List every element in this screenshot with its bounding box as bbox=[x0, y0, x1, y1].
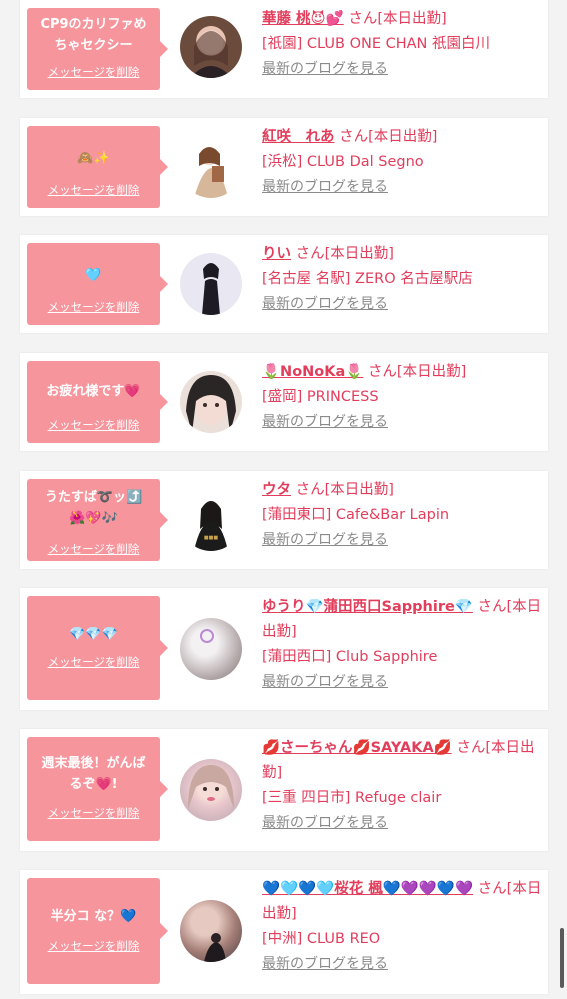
cast-info: ゆうり💎蒲田西口Sapphire💎 さん[本日出勤] [蒲田西口] Club S… bbox=[262, 595, 544, 695]
message-card: うたすば➰ッ⤴️ 🌺💖🎶 メッセージを削除 ■■■ ウタ さん[本日出勤] [蒲… bbox=[20, 471, 548, 569]
message-card: 🩵 メッセージを削除 りい さん[本日出勤] [名古屋 名駅] ZERO 名古屋… bbox=[20, 235, 548, 333]
status-text: さん[本日出勤] bbox=[367, 364, 467, 380]
blog-link[interactable]: 最新のブログを見る bbox=[262, 296, 388, 312]
delete-message-link[interactable]: メッセージを削除 bbox=[27, 417, 160, 433]
delete-message-link[interactable]: メッセージを削除 bbox=[27, 182, 160, 198]
cast-info: りい さん[本日出勤] [名古屋 名駅] ZERO 名古屋駅店 最新のブログを見… bbox=[262, 242, 544, 317]
delete-message-link[interactable]: メッセージを削除 bbox=[27, 299, 160, 315]
status-text: さん[本日出勤] bbox=[348, 11, 447, 27]
delete-message-link[interactable]: メッセージを削除 bbox=[27, 938, 160, 954]
delete-message-link[interactable]: メッセージを削除 bbox=[27, 654, 160, 670]
message-text: CP9のカリファめ ちゃセクシー bbox=[40, 17, 147, 53]
cast-info: ウタ さん[本日出勤] [蒲田東口] Cafe&Bar Lapin 最新のブログ… bbox=[262, 478, 544, 553]
cast-info: 💙🩵💙🩵桜花 楓💙💜💜💙💜 さん[本日出勤] [中洲] CLUB REO 最新の… bbox=[262, 877, 544, 977]
message-bubble: 🙈✨ メッセージを削除 bbox=[27, 126, 168, 208]
blog-link[interactable]: 最新のブログを見る bbox=[262, 414, 388, 430]
cast-info: 華藤 桃😈💕 さん[本日出勤] [祇園] CLUB ONE CHAN 祇園白川 … bbox=[262, 7, 544, 82]
message-bubble: CP9のカリファめ ちゃセクシー メッセージを削除 bbox=[27, 8, 168, 90]
delete-message-link[interactable]: メッセージを削除 bbox=[27, 64, 160, 80]
message-bubble: 半分コ な？💙 メッセージを削除 bbox=[27, 878, 168, 984]
avatar[interactable]: ■■■ bbox=[180, 489, 242, 551]
message-bubble: うたすば➰ッ⤴️ 🌺💖🎶 メッセージを削除 bbox=[27, 479, 168, 561]
blog-link[interactable]: 最新のブログを見る bbox=[262, 179, 388, 195]
blog-link[interactable]: 最新のブログを見る bbox=[262, 532, 388, 548]
cast-name-link[interactable]: 華藤 桃😈💕 bbox=[262, 11, 344, 27]
shop-name: [中洲] CLUB REO bbox=[262, 931, 381, 947]
avatar[interactable] bbox=[180, 253, 242, 315]
message-bubble: 週末最後！がんば るぞ💗! メッセージを削除 bbox=[27, 737, 168, 841]
message-text: 💎💎💎 bbox=[69, 627, 118, 642]
blog-link[interactable]: 最新のブログを見る bbox=[262, 956, 388, 972]
message-text: うたすば➰ッ⤴️ 🌺💖🎶 bbox=[44, 490, 143, 526]
shop-name: [蒲田西口] Club Sapphire bbox=[262, 649, 438, 665]
message-card: 💎💎💎 メッセージを削除 ゆうり💎蒲田西口Sapphire💎 さん[本日出勤] … bbox=[20, 588, 548, 710]
message-card: 半分コ な？💙 メッセージを削除 💙🩵💙🩵桜花 楓💙💜💜💙💜 さん[本日出勤] … bbox=[20, 870, 548, 994]
message-text: お疲れ様です💗 bbox=[46, 384, 141, 399]
shop-name: [浜松] CLUB Dal Segno bbox=[262, 154, 424, 170]
status-text: さん[本日出勤] bbox=[339, 129, 438, 145]
shop-name: [盛岡] PRINCESS bbox=[262, 389, 379, 405]
shop-name: [名古屋 名駅] ZERO 名古屋駅店 bbox=[262, 271, 473, 287]
avatar[interactable] bbox=[180, 900, 242, 962]
cast-name-link[interactable]: 紅咲 れあ bbox=[262, 129, 335, 145]
cast-name-link[interactable]: ゆうり💎蒲田西口Sapphire💎 bbox=[262, 599, 473, 615]
message-bubble: 🩵 メッセージを削除 bbox=[27, 243, 168, 325]
message-card: 週末最後！がんば るぞ💗! メッセージを削除 💋さーちゃん💋SAYAKA💋 さん… bbox=[20, 729, 548, 851]
avatar[interactable] bbox=[180, 136, 242, 198]
shop-name: [三重 四日市] Refuge clair bbox=[262, 790, 442, 806]
cast-name-link[interactable]: 💋さーちゃん💋SAYAKA💋 bbox=[262, 740, 452, 756]
cast-info: 💋さーちゃん💋SAYAKA💋 さん[本日出勤] [三重 四日市] Refuge … bbox=[262, 736, 544, 836]
blog-link[interactable]: 最新のブログを見る bbox=[262, 61, 388, 77]
svg-text:■■■: ■■■ bbox=[204, 535, 218, 541]
scrollbar[interactable] bbox=[560, 928, 564, 988]
status-text: さん[本日出勤] bbox=[295, 482, 394, 498]
avatar[interactable] bbox=[180, 16, 242, 78]
delete-message-link[interactable]: メッセージを削除 bbox=[27, 805, 160, 821]
message-card: CP9のカリファめ ちゃセクシー メッセージを削除 華藤 桃😈💕 さん[本日出勤… bbox=[20, 0, 548, 98]
message-text: 🩵 bbox=[85, 268, 102, 283]
shop-name: [祇園] CLUB ONE CHAN 祇園白川 bbox=[262, 36, 491, 52]
cast-name-link[interactable]: ウタ bbox=[262, 482, 291, 498]
message-text: 半分コ な？💙 bbox=[50, 909, 137, 924]
cast-name-link[interactable]: 💙🩵💙🩵桜花 楓💙💜💜💙💜 bbox=[262, 881, 473, 897]
message-card: お疲れ様です💗 メッセージを削除 🌷NoNoKa🌷 さん[本日出勤] [盛岡] … bbox=[20, 353, 548, 451]
message-bubble: お疲れ様です💗 メッセージを削除 bbox=[27, 361, 168, 443]
delete-message-link[interactable]: メッセージを削除 bbox=[27, 541, 160, 557]
blog-link[interactable]: 最新のブログを見る bbox=[262, 674, 388, 690]
message-text: 週末最後！がんば るぞ💗! bbox=[41, 756, 146, 792]
message-text: 🙈✨ bbox=[77, 151, 110, 166]
cast-info: 紅咲 れあ さん[本日出勤] [浜松] CLUB Dal Segno 最新のブロ… bbox=[262, 125, 544, 200]
avatar[interactable] bbox=[180, 618, 242, 680]
cast-info: 🌷NoNoKa🌷 さん[本日出勤] [盛岡] PRINCESS 最新のブログを見… bbox=[262, 360, 544, 435]
cast-name-link[interactable]: 🌷NoNoKa🌷 bbox=[262, 364, 363, 380]
shop-name: [蒲田東口] Cafe&Bar Lapin bbox=[262, 507, 450, 523]
avatar[interactable] bbox=[180, 371, 242, 433]
avatar[interactable] bbox=[180, 759, 242, 821]
message-bubble: 💎💎💎 メッセージを削除 bbox=[27, 596, 168, 700]
cast-name-link[interactable]: りい bbox=[262, 246, 291, 262]
status-text: さん[本日出勤] bbox=[295, 246, 394, 262]
blog-link[interactable]: 最新のブログを見る bbox=[262, 815, 388, 831]
message-card: 🙈✨ メッセージを削除 紅咲 れあ さん[本日出勤] [浜松] CLUB Dal… bbox=[20, 118, 548, 216]
